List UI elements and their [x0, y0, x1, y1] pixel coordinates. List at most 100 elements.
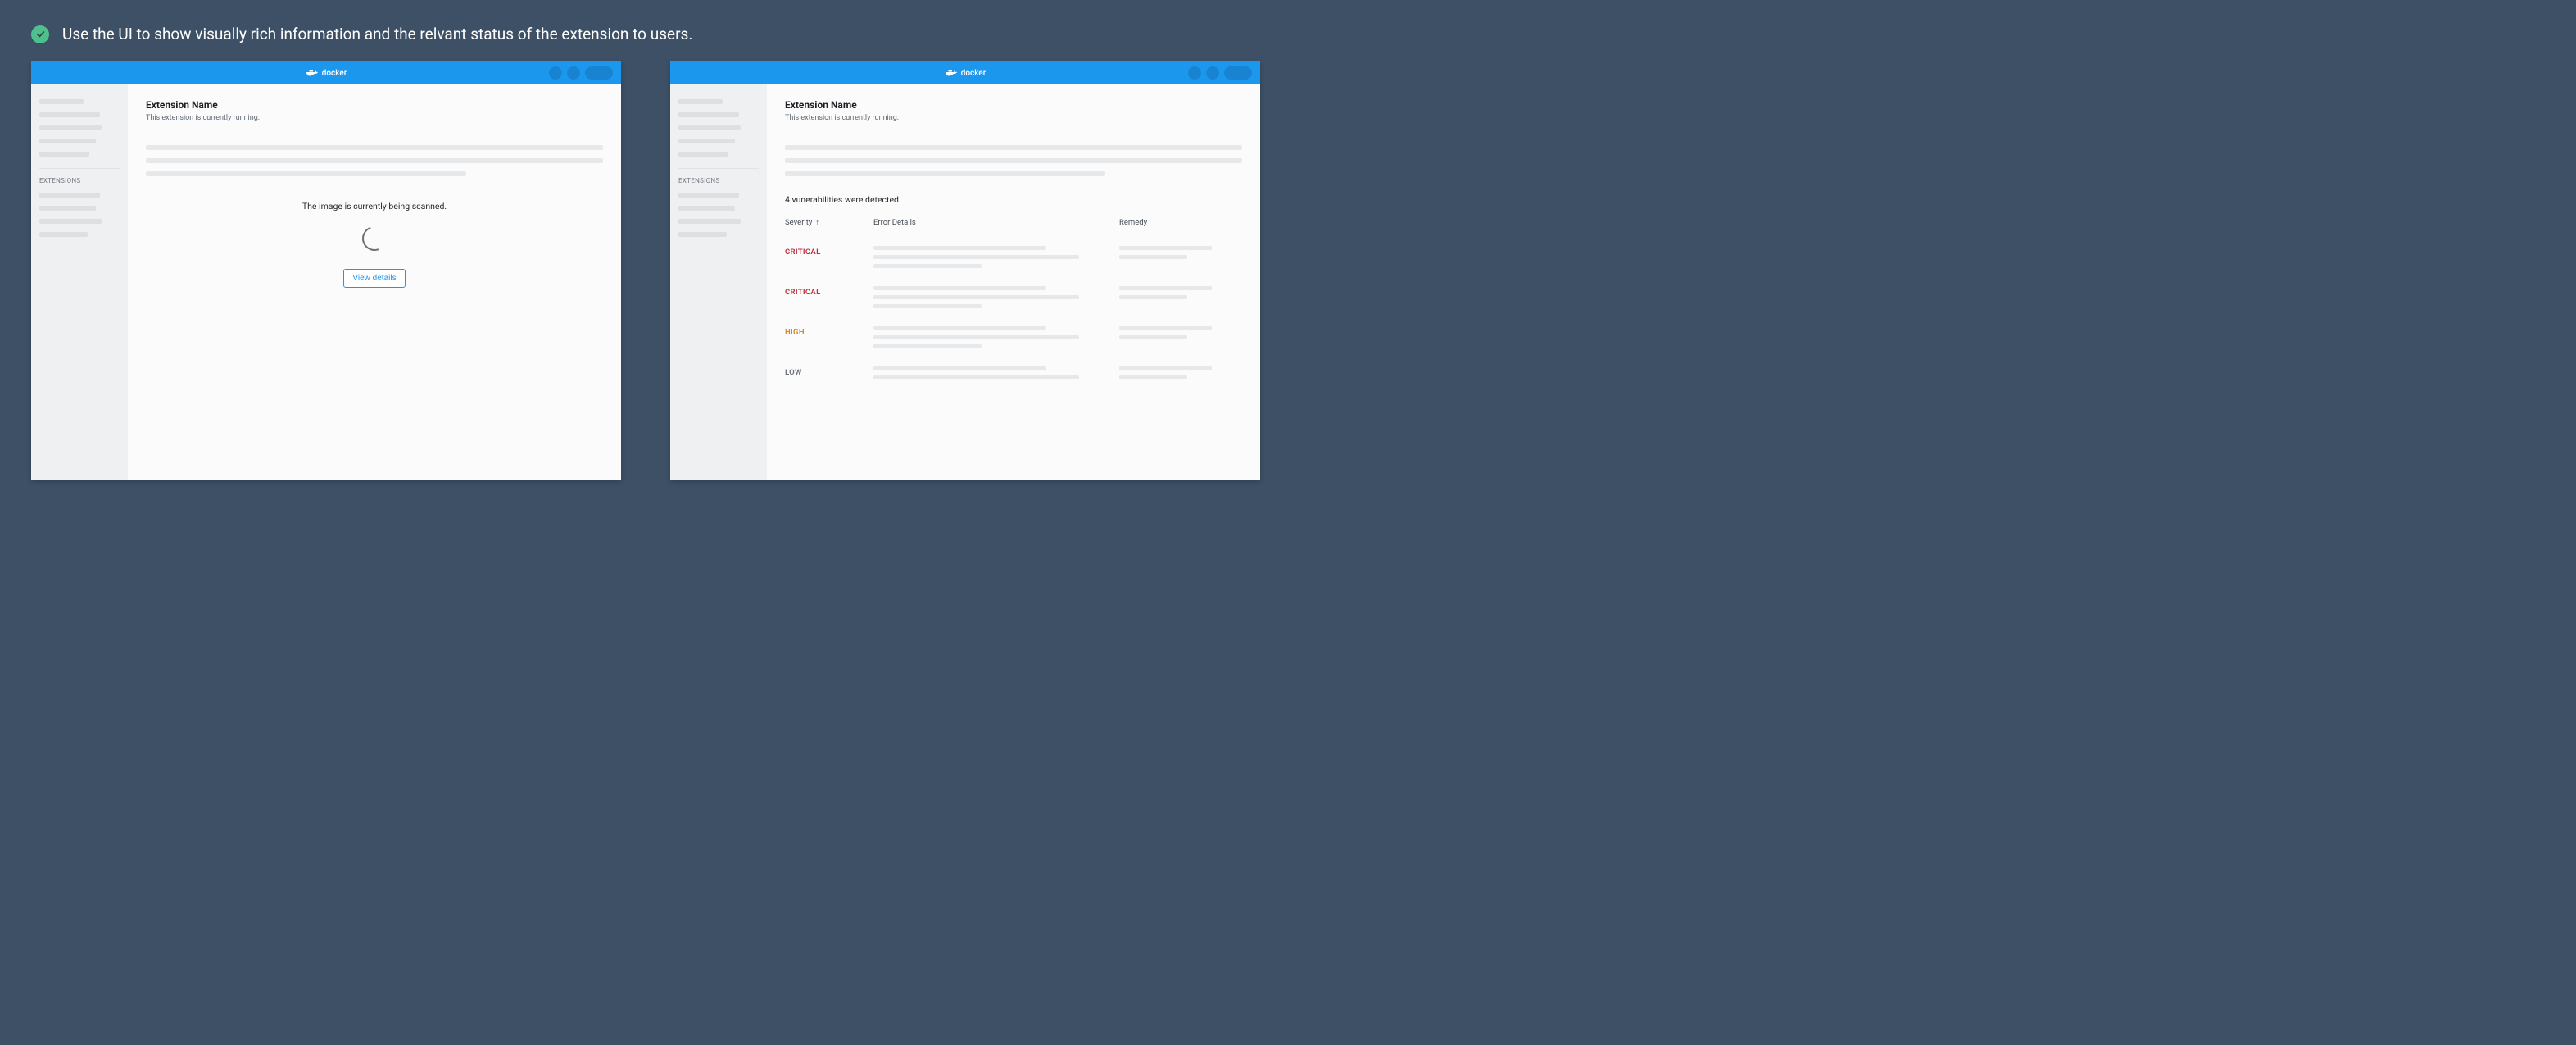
sidebar-extension-item[interactable] — [678, 193, 739, 198]
text-placeholder — [1119, 366, 1212, 370]
docker-brand-label: docker — [322, 69, 347, 78]
vulnerabilities-table: Severity ↑ Error Details Remedy CRITICAL… — [785, 218, 1242, 386]
column-header-severity[interactable]: Severity ↑ — [785, 218, 873, 227]
description-line — [785, 145, 1242, 150]
sidebar-extension-item[interactable] — [39, 193, 100, 198]
example-panels: docker EXTENSIONS — [31, 61, 2545, 480]
table-row[interactable]: CRITICAL — [785, 275, 1242, 315]
titlebar-control-icon[interactable] — [1206, 66, 1219, 80]
sort-arrow-icon: ↑ — [815, 218, 819, 227]
table-row[interactable]: CRITICAL — [785, 234, 1242, 275]
table-header: Severity ↑ Error Details Remedy — [785, 218, 1242, 234]
text-placeholder — [1119, 246, 1212, 250]
column-header-remedy[interactable]: Remedy — [1119, 218, 1242, 227]
error-details-cell — [873, 326, 1090, 348]
text-placeholder — [873, 375, 1079, 379]
error-details-cell — [873, 286, 1090, 308]
sidebar-item[interactable] — [39, 99, 84, 104]
sidebar-item[interactable] — [678, 152, 728, 157]
description-line — [146, 145, 603, 150]
content-area: Extension Name This extension is current… — [128, 84, 621, 480]
sidebar: EXTENSIONS — [670, 84, 767, 480]
sidebar-extension-item[interactable] — [39, 219, 102, 224]
text-placeholder — [1119, 335, 1187, 339]
sidebar-item[interactable] — [39, 139, 96, 143]
scan-status-message: The image is currently being scanned. — [302, 201, 447, 211]
description-line — [785, 171, 1105, 176]
sidebar-extension-item[interactable] — [39, 232, 88, 237]
text-placeholder — [873, 246, 1046, 250]
text-placeholder — [873, 255, 1079, 259]
sidebar-extension-item[interactable] — [39, 206, 96, 211]
results-summary: 4 vunerabilities were detected. — [785, 194, 1242, 205]
check-icon — [31, 25, 49, 43]
example-panel-scanning: docker EXTENSIONS — [31, 61, 621, 480]
text-placeholder — [873, 304, 982, 308]
docker-logo-icon — [945, 68, 958, 78]
titlebar-control-icon[interactable] — [567, 66, 580, 80]
sidebar: EXTENSIONS — [31, 84, 128, 480]
titlebar-controls — [549, 61, 613, 84]
guideline-row: Use the UI to show visually rich informa… — [31, 25, 2545, 43]
sidebar-item[interactable] — [678, 125, 741, 130]
remedy-cell — [1119, 286, 1242, 299]
sidebar-extension-item[interactable] — [678, 232, 727, 237]
error-details-cell — [873, 246, 1090, 268]
text-placeholder — [873, 326, 1046, 330]
sidebar-item[interactable] — [678, 139, 735, 143]
extension-subtitle: This extension is currently running. — [785, 114, 1242, 122]
table-row[interactable]: HIGH — [785, 315, 1242, 355]
description-line — [146, 158, 603, 163]
text-placeholder — [873, 344, 982, 348]
titlebar-control-pill[interactable] — [1224, 66, 1252, 80]
text-placeholder — [1119, 295, 1187, 299]
sidebar-item[interactable] — [678, 112, 739, 117]
spinner-icon — [358, 222, 391, 255]
text-placeholder — [873, 286, 1046, 290]
sidebar-divider — [39, 168, 120, 169]
content-area: Extension Name This extension is current… — [767, 84, 1260, 480]
sidebar-item[interactable] — [678, 99, 723, 104]
view-details-button[interactable]: View details — [343, 269, 405, 288]
severity-cell: CRITICAL — [785, 286, 873, 297]
remedy-cell — [1119, 326, 1242, 339]
guideline-text: Use the UI to show visually rich informa… — [62, 25, 692, 43]
table-row[interactable]: LOW — [785, 355, 1242, 386]
sidebar-extension-item[interactable] — [678, 219, 741, 224]
text-placeholder — [1119, 326, 1212, 330]
docker-brand: docker — [945, 68, 986, 78]
extension-title: Extension Name — [146, 99, 603, 111]
titlebar-control-pill[interactable] — [585, 66, 613, 80]
text-placeholder — [1119, 255, 1187, 259]
column-header-severity-label: Severity — [785, 218, 812, 227]
sidebar-extension-item[interactable] — [678, 206, 735, 211]
text-placeholder — [1119, 286, 1212, 290]
extension-title: Extension Name — [785, 99, 1242, 111]
extension-subtitle: This extension is currently running. — [146, 114, 603, 122]
sidebar-item[interactable] — [39, 125, 102, 130]
remedy-cell — [1119, 246, 1242, 259]
description-line — [785, 158, 1242, 163]
sidebar-section-label: EXTENSIONS — [39, 177, 120, 184]
text-placeholder — [873, 335, 1079, 339]
column-header-error-details[interactable]: Error Details — [873, 218, 1119, 227]
titlebar: docker — [670, 61, 1260, 84]
titlebar-control-icon[interactable] — [549, 66, 562, 80]
docker-brand: docker — [306, 68, 347, 78]
titlebar-control-icon[interactable] — [1188, 66, 1201, 80]
titlebar: docker — [31, 61, 621, 84]
titlebar-controls — [1188, 61, 1252, 84]
docker-logo-icon — [306, 68, 319, 78]
severity-cell: CRITICAL — [785, 246, 873, 257]
severity-cell: LOW — [785, 366, 873, 377]
remedy-cell — [1119, 366, 1242, 379]
error-details-cell — [873, 366, 1090, 379]
text-placeholder — [873, 264, 982, 268]
sidebar-section-label: EXTENSIONS — [678, 177, 759, 184]
text-placeholder — [1119, 375, 1187, 379]
sidebar-item[interactable] — [39, 152, 89, 157]
sidebar-item[interactable] — [39, 112, 100, 117]
text-placeholder — [873, 366, 1046, 370]
sidebar-divider — [678, 168, 759, 169]
example-panel-results: docker EXTENSIONS — [670, 61, 1260, 480]
